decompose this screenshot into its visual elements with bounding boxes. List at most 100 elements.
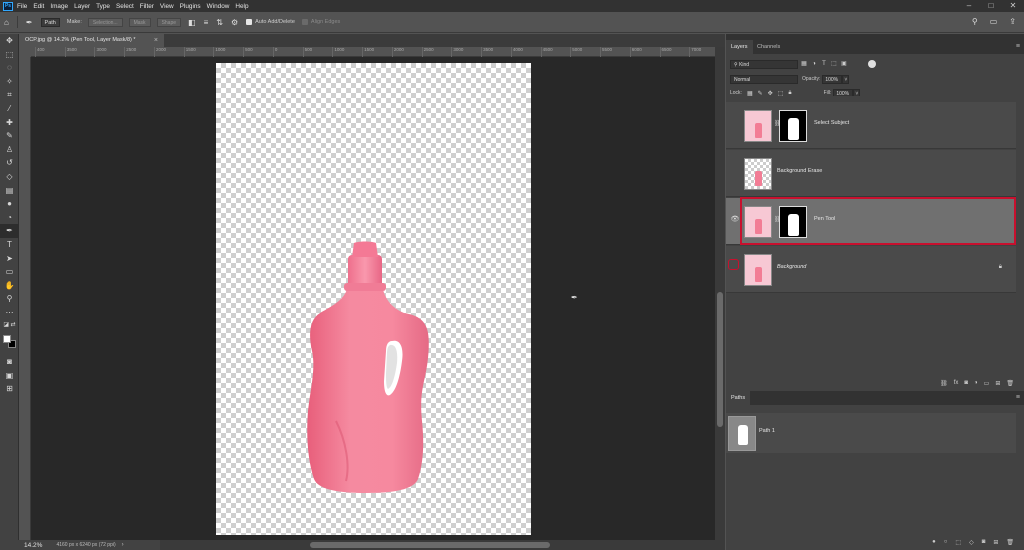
quick-mask-icon[interactable]: ◙ [0, 355, 19, 369]
trash-icon[interactable]: 🗑︎ [1006, 539, 1014, 546]
marquee-tool-icon[interactable]: ⬚ [0, 48, 19, 62]
foreground-background-colors[interactable] [0, 335, 19, 355]
new-layer-icon[interactable]: ⊞ [995, 380, 1000, 387]
filter-type-icon[interactable]: T [820, 60, 828, 68]
eyedropper-tool-icon[interactable]: ⁄ [0, 102, 19, 116]
crop-tool-icon[interactable]: ⌗ [0, 88, 19, 102]
visibility-toggle[interactable] [730, 119, 740, 129]
stroke-path-icon[interactable]: ○ [944, 539, 948, 545]
minimize-button[interactable]: – [958, 0, 980, 12]
document-canvas[interactable] [216, 63, 531, 535]
brush-tool-icon[interactable]: ✎ [0, 129, 19, 143]
maximize-button[interactable]: □ [980, 0, 1002, 12]
panel-menu-icon[interactable]: ≡ [1016, 391, 1020, 405]
menu-help[interactable]: Help [235, 3, 248, 10]
layer-name[interactable]: Background Erase [777, 168, 822, 174]
layer-thumbnail[interactable] [744, 158, 772, 190]
horizontal-scroll-thumb[interactable] [310, 542, 550, 548]
align-edges-checkbox[interactable] [301, 19, 308, 25]
add-mask-icon[interactable]: ◙ [982, 539, 986, 545]
dodge-tool-icon[interactable]: ◔ [0, 211, 19, 225]
menu-edit[interactable]: Edit [33, 3, 44, 10]
add-mask-icon[interactable]: ◙ [964, 380, 968, 386]
path-name[interactable]: Path 1 [759, 428, 775, 434]
eraser-tool-icon[interactable]: ◇ [0, 170, 19, 184]
close-button[interactable]: ✕ [1002, 0, 1024, 12]
opacity-dropdown-icon[interactable]: ˅ [842, 74, 850, 84]
pen-tool-preset-icon[interactable]: ✒ [26, 18, 33, 27]
clone-stamp-tool-icon[interactable]: ♙ [0, 143, 19, 157]
rectangle-tool-icon[interactable]: ▭ [0, 265, 19, 279]
new-group-icon[interactable]: ▭ [984, 380, 990, 387]
panel-menu-icon[interactable]: ≡ [1016, 40, 1020, 54]
menu-layer[interactable]: Layer [74, 3, 90, 10]
type-tool-icon[interactable]: T [0, 238, 19, 252]
layer-mask-thumbnail[interactable] [779, 110, 807, 142]
history-brush-tool-icon[interactable]: ↺ [0, 156, 19, 170]
layer-thumbnail[interactable] [744, 254, 772, 286]
layer-style-icon[interactable]: fx [954, 380, 959, 386]
vertical-scrollbar[interactable] [715, 47, 725, 540]
share-icon[interactable]: ⇪ [1009, 17, 1016, 26]
menu-filter[interactable]: Filter [140, 3, 154, 10]
tool-mode-select[interactable]: Path [40, 17, 60, 27]
vertical-scroll-thumb[interactable] [717, 292, 723, 427]
tab-paths[interactable]: Paths [726, 391, 751, 405]
filter-smart-object-icon[interactable]: ▣ [840, 60, 848, 68]
menu-file[interactable]: File [17, 3, 27, 10]
opacity-input[interactable]: 100% [822, 74, 843, 84]
layer-background[interactable]: Background 🔒︎ [726, 246, 1016, 293]
screen-mode-icon[interactable]: ▣ [0, 369, 19, 383]
frame-tool-icon[interactable]: ⊞ [0, 382, 19, 396]
auto-add-delete-checkbox[interactable] [246, 19, 253, 25]
layer-thumbnail[interactable] [744, 110, 772, 142]
visibility-toggle[interactable] [730, 167, 740, 177]
blur-tool-icon[interactable]: ● [0, 197, 19, 211]
filter-toggle[interactable] [868, 60, 876, 68]
settings-gear-icon[interactable]: ⚙ [231, 18, 238, 27]
magic-wand-tool-icon[interactable]: ✧ [0, 75, 19, 89]
layer-name[interactable]: Select Subject [814, 120, 849, 126]
horizontal-scrollbar[interactable] [160, 540, 725, 550]
tab-channels[interactable]: Channels [752, 40, 785, 54]
default-colors-icon[interactable]: ◪ ⇄ [0, 319, 19, 333]
foreground-color-swatch[interactable] [2, 335, 11, 344]
menu-plugins[interactable]: Plugins [180, 3, 201, 10]
canvas-area[interactable]: ✒ [31, 57, 715, 540]
document-tab[interactable]: OCP.jpg @ 14.2% (Pen Tool, Layer Mask/8)… [19, 34, 164, 47]
make-selection-button[interactable]: Selection... [87, 17, 123, 27]
path-operations-icon[interactable]: ◧ [188, 18, 196, 27]
lasso-tool-icon[interactable]: ◌ [0, 61, 19, 75]
filter-kind-select[interactable]: ⚲ Kind [730, 59, 798, 69]
menu-type[interactable]: Type [96, 3, 110, 10]
path-arrangement-icon[interactable]: ⇅ [216, 18, 223, 27]
move-tool-icon[interactable]: ✥ [0, 34, 19, 48]
workspace-icon[interactable]: ▭ [990, 17, 998, 26]
search-icon[interactable]: ⚲ [972, 17, 978, 26]
link-layers-icon[interactable]: ⛓ [940, 380, 948, 387]
layer-select-subject[interactable]: ⛓ Select Subject [726, 102, 1016, 149]
status-menu-arrow-icon[interactable]: › [122, 542, 124, 548]
fill-path-icon[interactable]: ● [932, 539, 936, 545]
make-work-path-icon[interactable]: ◇ [969, 539, 974, 546]
menu-select[interactable]: Select [116, 3, 134, 10]
zoom-tool-icon[interactable]: ⚲ [0, 292, 19, 306]
blend-mode-select[interactable]: Normal [730, 74, 798, 84]
gradient-tool-icon[interactable]: ▤ [0, 184, 19, 198]
layer-background-erase[interactable]: Background Erase [726, 150, 1016, 197]
trash-icon[interactable]: 🗑︎ [1006, 380, 1014, 387]
hand-tool-icon[interactable]: ✋ [0, 279, 19, 293]
close-tab-icon[interactable]: × [154, 34, 158, 47]
filter-pixel-icon[interactable]: ▦ [800, 60, 808, 68]
make-mask-button[interactable]: Mask [128, 17, 151, 27]
menu-image[interactable]: Image [50, 3, 68, 10]
healing-brush-tool-icon[interactable]: ✚ [0, 116, 19, 130]
zoom-level[interactable]: 14.2% [24, 542, 42, 549]
path-alignment-icon[interactable]: ≡ [204, 18, 209, 27]
make-shape-button[interactable]: Shape [156, 17, 182, 27]
adjustment-layer-icon[interactable]: ◑ [974, 380, 978, 386]
filter-shape-icon[interactable]: ⬚ [830, 60, 838, 68]
layer-name[interactable]: Background [777, 264, 806, 270]
new-path-icon[interactable]: ⊞ [993, 539, 998, 546]
load-selection-icon[interactable]: ⬚ [955, 539, 961, 546]
